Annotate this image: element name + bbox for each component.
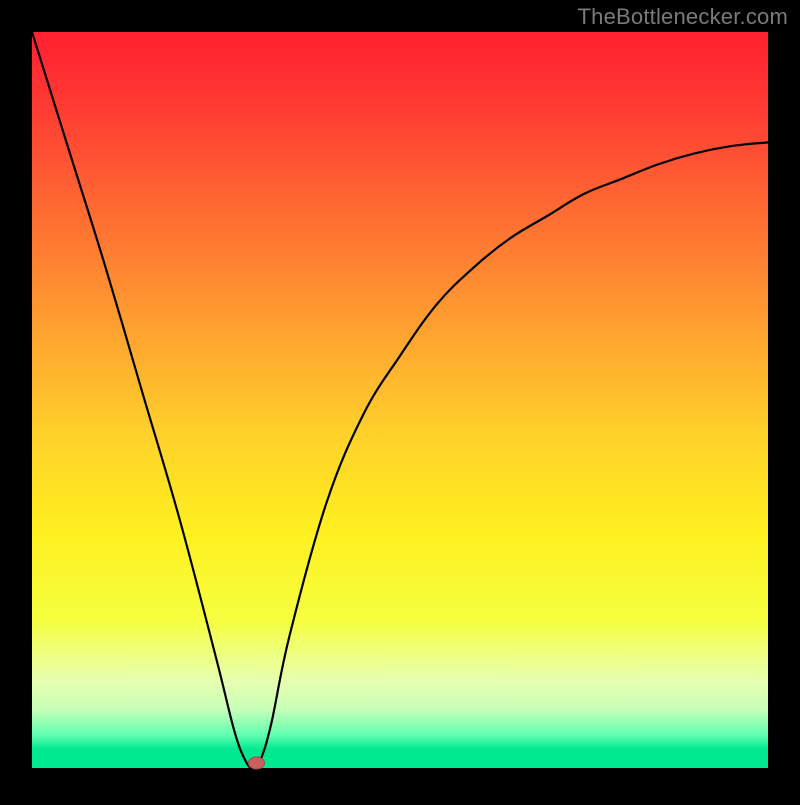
bottleneck-chart: TheBottlenecker.com <box>0 0 800 800</box>
chart-svg <box>0 0 800 800</box>
optimal-point-marker <box>248 757 264 769</box>
watermark-text: TheBottlenecker.com <box>578 4 788 30</box>
chart-plot-area <box>32 32 768 768</box>
